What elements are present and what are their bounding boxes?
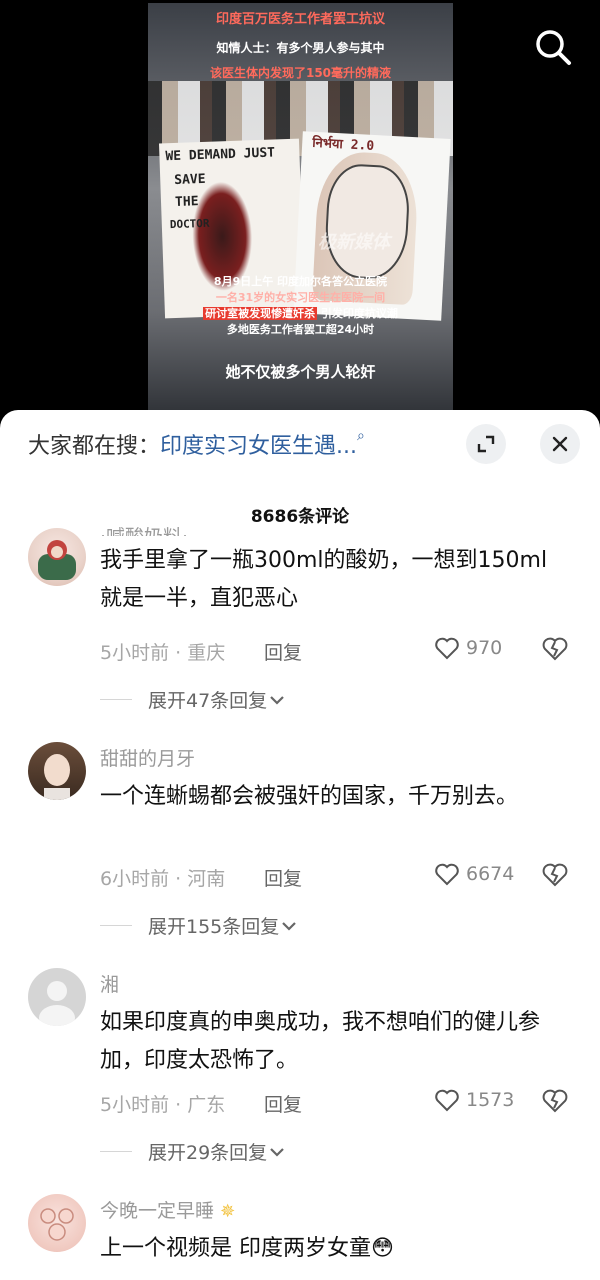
video-caption-line: 多地医务工作者罢工超24小时 [226, 323, 375, 336]
like-count: 1573 [466, 1089, 515, 1111]
dislike-button[interactable] [541, 636, 569, 666]
comment-text: 一个连蜥蜴都会被强奸的国家，千万别去。 [100, 784, 519, 809]
sign-text-line: SAVE [174, 171, 206, 188]
video-overlay-line: 该医生体内发现了150毫升的精液 [209, 66, 392, 80]
avatar-image [44, 754, 70, 800]
search-button[interactable] [532, 26, 574, 68]
avatar[interactable] [28, 968, 86, 1026]
avatar-image [38, 540, 76, 580]
video-caption-line: 一名31岁的女实习医生在医院一间 [215, 291, 386, 304]
like-button[interactable]: 1573 [434, 1088, 514, 1112]
caption-text: 引发印度抗议潮 [320, 307, 398, 320]
comment-username[interactable]: 今晚一定早睡 ✵ [100, 1196, 235, 1223]
fullscreen-icon [477, 435, 495, 453]
expand-replies-label: 展开47条回复 [148, 690, 268, 712]
dislike-button[interactable] [541, 862, 569, 892]
heart-outline-icon [435, 1089, 459, 1112]
comment-time-location: 5小时前 · 重庆 [100, 642, 226, 664]
expand-replies[interactable]: 展开47条回复 [100, 686, 287, 713]
like-count: 6674 [466, 863, 515, 885]
reply-button[interactable]: 回复 [264, 864, 302, 891]
avatar[interactable] [28, 528, 86, 586]
comment-item: 湘 如果印度真的申奥成功，我不想咱们的健儿参加，印度太恐怖了。 5小时前 · 广… [0, 966, 600, 1166]
comment-username-text: 今晚一定早睡 [100, 1200, 215, 1222]
hot-search-prefix: 大家都在搜： [28, 434, 161, 459]
search-icon: ⌕ [357, 428, 365, 444]
divider-line [100, 1151, 132, 1152]
expand-replies-label: 展开29条回复 [148, 1142, 268, 1164]
search-icon [536, 30, 571, 65]
sign-text-line: निर्भया 2.0 [311, 135, 375, 154]
video-player[interactable]: WE DEMAND JUST SAVE THE DOCTOR निर्भया 2… [0, 0, 600, 420]
hot-search-bar[interactable]: 大家都在搜：印度实习女医生遇...⌕ [28, 428, 365, 460]
comment-item: ·喊酸奶料· 我手里拿了一瓶300ml的酸奶，一想到150ml就是一半，直犯恶心… [0, 520, 600, 720]
comment-item: 今晚一定早睡 ✵ 上一个视频是 印度两岁女童😳 [0, 1192, 600, 1280]
fullscreen-button[interactable] [466, 424, 506, 464]
sign-text-line: DOCTOR [169, 216, 210, 232]
sign-text-line: WE DEMAND JUST [165, 145, 276, 165]
expand-replies[interactable]: 展开29条回复 [100, 1138, 287, 1165]
close-icon [552, 436, 568, 452]
comment-item: 甜甜的月牙 一个连蜥蜴都会被强奸的国家，千万别去。 6小时前 · 河南 回复 6… [0, 740, 600, 940]
comment-username[interactable]: ·喊酸奶料· [100, 522, 188, 536]
expand-replies[interactable]: 展开155条回复 [100, 912, 299, 939]
expand-replies-label: 展开155条回复 [148, 916, 280, 938]
comment-time-location: 6小时前 · 河南 [100, 868, 226, 890]
caption-highlight: 研讨室被发现惨遭奸杀 [203, 307, 318, 320]
broken-heart-icon [542, 1089, 568, 1113]
comment-time-location: 5小时前 · 广东 [100, 1094, 226, 1116]
avatar[interactable] [28, 1194, 86, 1252]
heart-outline-icon [435, 637, 459, 660]
video-frame: WE DEMAND JUST SAVE THE DOCTOR निर्भया 2… [148, 3, 453, 415]
video-subtitle: 她不仅被多个男人轮奸 [225, 363, 376, 381]
broken-heart-icon [542, 637, 568, 661]
divider-line [100, 699, 132, 700]
avatar[interactable] [28, 742, 86, 800]
like-button[interactable]: 6674 [434, 862, 514, 886]
comment-username[interactable]: 甜甜的月牙 [100, 744, 195, 771]
like-button[interactable]: 970 [434, 636, 502, 660]
heart-outline-icon [435, 863, 459, 886]
chevron-down-icon [270, 1147, 284, 1157]
reply-button[interactable]: 回复 [264, 1090, 302, 1117]
like-count: 970 [466, 637, 503, 659]
video-caption-line: 8月9日上午 印度加尔各答公立医院 [213, 275, 388, 288]
video-title-overlay: 印度百万医务工作者罢工抗议 [215, 12, 385, 27]
divider-line [100, 925, 132, 926]
video-overlay-line: 知情人士：有多个男人参与其中 [216, 41, 385, 55]
hot-search-query[interactable]: 印度实习女医生遇... [160, 434, 357, 459]
dislike-button[interactable] [541, 1088, 569, 1118]
avatar-image [40, 1208, 74, 1241]
video-watermark: 极新媒体 [318, 232, 390, 253]
default-avatar-icon [39, 981, 75, 1026]
video-caption-line: 研讨室被发现惨遭奸杀 引发印度抗议潮 [148, 306, 453, 322]
reply-button[interactable]: 回复 [264, 638, 302, 665]
sign-text-line: THE [174, 194, 199, 210]
chevron-down-icon [282, 921, 297, 931]
comment-text: 如果印度真的申奥成功，我不想咱们的健儿参加，印度太恐怖了。 [100, 1010, 541, 1073]
comment-sheet: 大家都在搜：印度实习女医生遇...⌕ 8686条评论 ·喊酸奶料· 我手里拿了一… [0, 410, 600, 1280]
comment-text: 上一个视频是 印度两岁女童😳 [100, 1236, 394, 1261]
sparkle-icon: ✵ [220, 1201, 236, 1222]
broken-heart-icon [542, 863, 568, 887]
comment-username[interactable]: 湘 [100, 970, 119, 997]
comment-text: 我手里拿了一瓶300ml的酸奶，一想到150ml就是一半，直犯恶心 [100, 548, 548, 611]
chevron-down-icon [270, 695, 284, 705]
close-button[interactable] [540, 424, 580, 464]
